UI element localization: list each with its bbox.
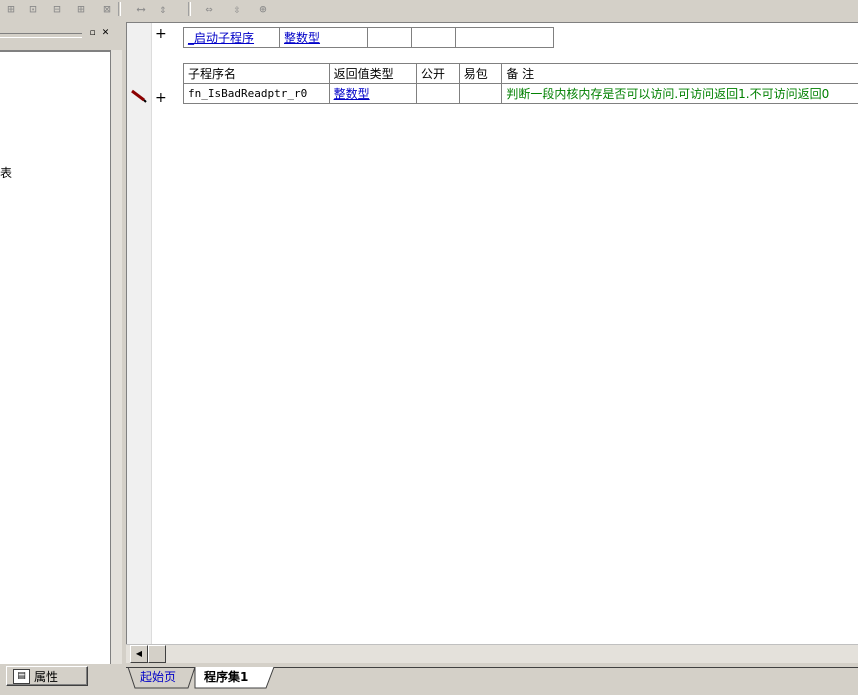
assembly-cell-empty[interactable] (455, 27, 554, 48)
table-insert-icon[interactable]: ⊞ (2, 1, 20, 17)
assembly-cell-empty[interactable] (411, 27, 456, 48)
assembly-type-cell[interactable]: 整数型 (279, 27, 368, 48)
close-icon[interactable]: ✕ (100, 28, 111, 38)
table-row: fn_IsBadReadptr_r0 整数型 判断一段内核内存是否可以访问.可访… (183, 83, 858, 104)
row-height-icon[interactable]: ⇕ (154, 1, 172, 17)
table-row: _启动子程序 整数型 (183, 27, 554, 48)
assembly-name-cell[interactable]: _启动子程序 (183, 27, 280, 48)
tree-scrollbar[interactable] (110, 50, 122, 664)
expand-assembly-button[interactable]: + (155, 27, 167, 41)
code-editor[interactable]: + _启动子程序 整数型 + 子程序名 返回值类型 公开 易包 备 注 fn_I… (126, 22, 858, 645)
col-width-icon[interactable]: ⟷ (132, 1, 150, 17)
table-split-icon[interactable]: ⊞ (72, 1, 90, 17)
header-easy-pack: 易包 (458, 63, 503, 84)
project-tree[interactable]: 表 (0, 50, 111, 664)
assembly-cell-empty[interactable] (367, 27, 412, 48)
properties-tab[interactable]: ▤ 属性 (6, 666, 88, 686)
sub-public-cell[interactable] (416, 83, 460, 104)
table-header-row: 子程序名 返回值类型 公开 易包 备 注 (183, 63, 858, 84)
header-remark: 备 注 (501, 63, 858, 84)
toolbar-separator (188, 2, 191, 16)
table-split2-icon[interactable]: ⊠ (98, 1, 116, 17)
pencil-icon (131, 89, 147, 103)
hmerge-icon[interactable]: ⇔ (200, 1, 218, 17)
sub-remark-cell[interactable]: 判断一段内核内存是否可以访问.可访问返回1.不可访问返回0 (501, 83, 858, 104)
tab-start-page[interactable]: 起始页 (134, 667, 182, 687)
panel-grip[interactable] (0, 33, 82, 38)
sub-easy-pack-cell[interactable] (458, 83, 503, 104)
properties-icon: ▤ (13, 668, 30, 684)
scroll-thumb[interactable] (148, 645, 166, 663)
header-return-type: 返回值类型 (328, 63, 418, 84)
editor-gutter (127, 23, 152, 645)
table-col-icon[interactable]: ⊡ (24, 1, 42, 17)
cell-merge-icon[interactable]: ⊕ (254, 1, 272, 17)
table-toolbar: ⊞ ⊡ ⊟ ⊞ ⊠ ⟷ ⇕ ⇔ ⇳ ⊕ (0, 0, 858, 20)
panel-header: ▫ ✕ (0, 26, 120, 40)
workspace-panel: ▫ ✕ 表 ▤ 属性 (0, 22, 123, 694)
sub-return-type-cell[interactable]: 整数型 (328, 83, 418, 104)
scroll-left-button[interactable]: ◀ (130, 645, 148, 663)
tab-program-set-1[interactable]: 程序集1 (198, 667, 254, 687)
subroutine-table: 子程序名 返回值类型 公开 易包 备 注 fn_IsBadReadptr_r0 … (183, 63, 858, 104)
document-tabs: 起始页 程序集1 (126, 664, 858, 695)
vmerge-icon[interactable]: ⇳ (228, 1, 246, 17)
editor-hscrollbar[interactable]: ◀ (126, 644, 858, 663)
header-sub-name: 子程序名 (183, 63, 330, 84)
tree-item-label[interactable]: 表 (0, 164, 12, 181)
maximize-icon[interactable]: ▫ (87, 28, 98, 38)
expand-subroutine-button[interactable]: + (155, 91, 167, 105)
sub-name-cell[interactable]: fn_IsBadReadptr_r0 (183, 83, 330, 104)
toolbar-separator (118, 2, 121, 16)
table-row-icon[interactable]: ⊟ (48, 1, 66, 17)
header-public: 公开 (416, 63, 460, 84)
properties-tab-label: 属性 (34, 669, 59, 684)
assembly-table: _启动子程序 整数型 (183, 27, 554, 48)
